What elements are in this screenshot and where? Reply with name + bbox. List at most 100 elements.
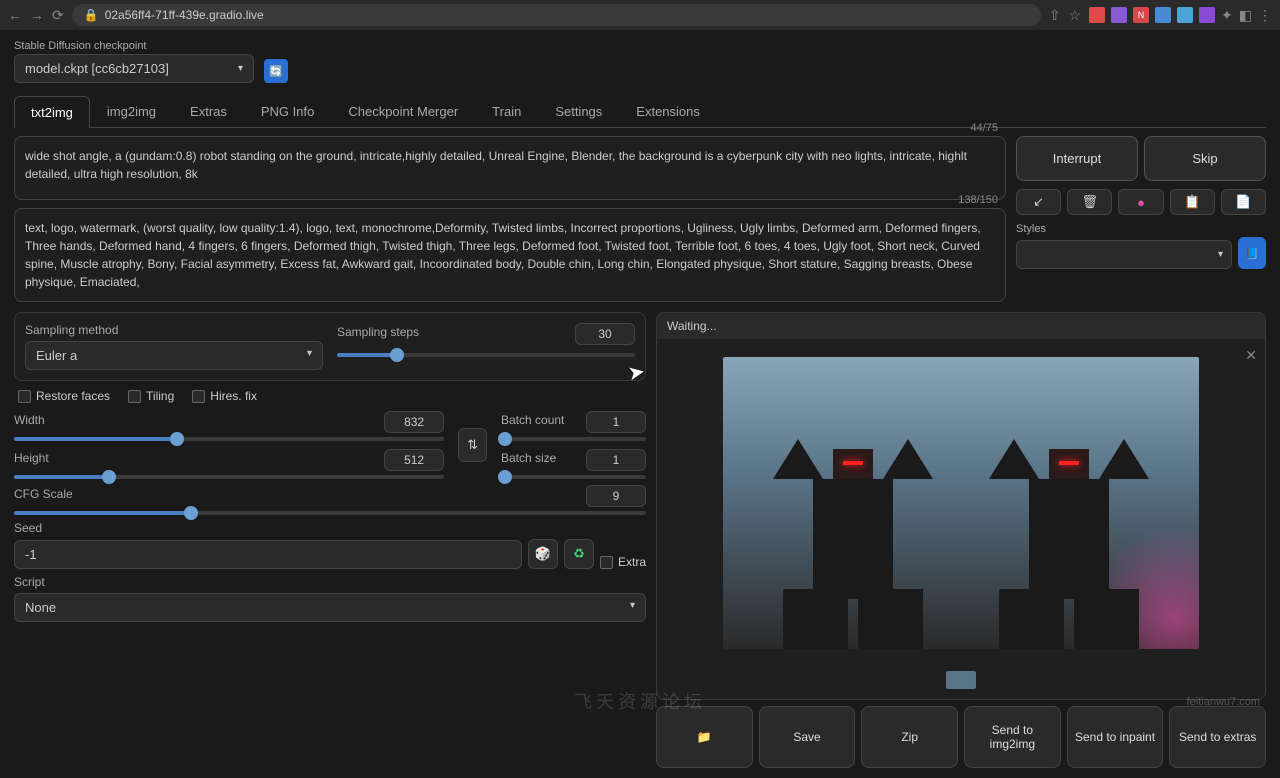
- main-tabs: txt2img img2img Extras PNG Info Checkpoi…: [14, 95, 1266, 128]
- styles-label: Styles: [1016, 223, 1266, 235]
- panel-icon[interactable]: ◧: [1239, 7, 1252, 24]
- send-extras-button[interactable]: Send to extras: [1169, 706, 1266, 768]
- batch-count-slider[interactable]: [501, 437, 646, 441]
- checkpoint-select[interactable]: model.ckpt [cc6cb27103] ▾: [14, 54, 254, 83]
- tab-extensions[interactable]: Extensions: [619, 95, 717, 127]
- height-label: Height: [14, 451, 49, 465]
- ext-icon[interactable]: [1155, 7, 1171, 23]
- tab-img2img[interactable]: img2img: [90, 95, 173, 127]
- reload-icon[interactable]: ⟳: [52, 7, 64, 24]
- swap-icon: ⇅: [467, 437, 478, 452]
- reuse-seed-button[interactable]: ♻: [564, 539, 594, 569]
- hires-fix-checkbox[interactable]: Hires. fix: [192, 389, 257, 403]
- batch-size-value[interactable]: 1: [586, 449, 646, 471]
- output-panel: Waiting... ✕: [656, 312, 1266, 700]
- tab-pnginfo[interactable]: PNG Info: [244, 95, 331, 127]
- batch-count-value[interactable]: 1: [586, 411, 646, 433]
- neg-prompt-token-count: 138/150: [958, 194, 998, 206]
- url-text: 02a56ff4-71ff-439e.gradio.live: [105, 8, 264, 22]
- share-icon[interactable]: ⇧: [1049, 7, 1061, 24]
- arrow-button[interactable]: ↙: [1016, 189, 1061, 215]
- tab-ckpt-merger[interactable]: Checkpoint Merger: [331, 95, 475, 127]
- trash-icon: 🗑: [1082, 194, 1099, 210]
- output-thumbnail[interactable]: [946, 671, 976, 689]
- trash-button[interactable]: 🗑: [1067, 189, 1112, 215]
- sampling-method-select[interactable]: Euler a ▾: [25, 341, 323, 370]
- extra-checkbox[interactable]: Extra: [600, 555, 646, 569]
- file-icon: 📄: [1235, 194, 1251, 210]
- watermark-center: 飞天资源论坛: [574, 688, 706, 714]
- sampling-steps-slider[interactable]: [337, 353, 635, 357]
- clipboard-icon: 📋: [1184, 194, 1200, 210]
- width-value[interactable]: 832: [384, 411, 444, 433]
- output-image[interactable]: [723, 357, 1199, 649]
- swap-dims-button[interactable]: ⇅: [458, 428, 487, 462]
- extension-icons: N ✦ ◧ ⋮: [1089, 7, 1272, 24]
- cfg-label: CFG Scale: [14, 487, 73, 501]
- clipboard-button[interactable]: 📋: [1170, 189, 1215, 215]
- apply-icon: 📘: [1245, 247, 1259, 260]
- style-dot-button[interactable]: ●: [1118, 189, 1163, 215]
- lock-icon: 🔒: [84, 8, 99, 22]
- menu-icon[interactable]: ⋮: [1258, 7, 1272, 24]
- skip-button[interactable]: Skip: [1144, 136, 1266, 181]
- tab-extras[interactable]: Extras: [173, 95, 244, 127]
- apply-styles-button[interactable]: 📘: [1238, 237, 1266, 269]
- open-folder-button[interactable]: 📁: [656, 706, 753, 768]
- tab-settings[interactable]: Settings: [538, 95, 619, 127]
- close-icon[interactable]: ✕: [1245, 347, 1257, 364]
- zip-button[interactable]: Zip: [861, 706, 958, 768]
- prompt-token-count: 44/75: [970, 122, 998, 134]
- tiling-checkbox[interactable]: Tiling: [128, 389, 174, 403]
- recycle-icon: ♻: [573, 546, 585, 562]
- send-inpaint-button[interactable]: Send to inpaint: [1067, 706, 1164, 768]
- browser-chrome: ← → ⟳ 🔒 02a56ff4-71ff-439e.gradio.live ⇧…: [0, 0, 1280, 30]
- batch-size-slider[interactable]: [501, 475, 646, 479]
- ext-icon[interactable]: [1199, 7, 1215, 23]
- back-icon[interactable]: ←: [8, 7, 22, 23]
- batch-size-label: Batch size: [501, 451, 556, 465]
- checkpoint-value: model.ckpt [cc6cb27103]: [25, 61, 169, 76]
- dice-icon: 🎲: [535, 546, 551, 562]
- save-button[interactable]: Save: [759, 706, 856, 768]
- chevron-down-icon: ▾: [238, 63, 243, 74]
- puzzle-icon[interactable]: ✦: [1221, 7, 1233, 24]
- ext-icon[interactable]: [1089, 7, 1105, 23]
- sampling-steps-value[interactable]: 30: [575, 323, 635, 345]
- interrupt-button[interactable]: Interrupt: [1016, 136, 1138, 181]
- refresh-checkpoint-button[interactable]: 🔄: [264, 59, 288, 83]
- tab-train[interactable]: Train: [475, 95, 538, 127]
- cfg-slider[interactable]: [14, 511, 646, 515]
- sampling-method-label: Sampling method: [25, 323, 323, 337]
- ext-icon[interactable]: [1111, 7, 1127, 23]
- cfg-value[interactable]: 9: [586, 485, 646, 507]
- chevron-down-icon: ▾: [630, 600, 635, 615]
- ext-icon[interactable]: [1177, 7, 1193, 23]
- folder-icon: 📁: [697, 730, 712, 744]
- script-select[interactable]: None ▾: [14, 593, 646, 622]
- batch-count-label: Batch count: [501, 413, 564, 427]
- sampling-steps-label: Sampling steps: [337, 325, 419, 339]
- forward-icon[interactable]: →: [30, 7, 44, 23]
- negative-prompt-input[interactable]: text, logo, watermark, (worst quality, l…: [14, 208, 1006, 302]
- send-img2img-button[interactable]: Send to img2img: [964, 706, 1061, 768]
- ext-icon[interactable]: N: [1133, 7, 1149, 23]
- height-slider[interactable]: [14, 475, 444, 479]
- output-status: Waiting...: [657, 313, 1265, 339]
- restore-faces-checkbox[interactable]: Restore faces: [18, 389, 110, 403]
- file-button[interactable]: 📄: [1221, 189, 1266, 215]
- seed-input[interactable]: -1: [14, 540, 522, 569]
- url-bar[interactable]: 🔒 02a56ff4-71ff-439e.gradio.live: [72, 4, 1041, 26]
- star-icon[interactable]: ☆: [1068, 7, 1081, 24]
- height-value[interactable]: 512: [384, 449, 444, 471]
- tab-txt2img[interactable]: txt2img: [14, 96, 90, 128]
- styles-select[interactable]: ▾: [1016, 240, 1232, 269]
- neg-prompt-text: text, logo, watermark, (worst quality, l…: [25, 219, 995, 291]
- random-seed-button[interactable]: 🎲: [528, 539, 558, 569]
- prompt-text: wide shot angle, a (gundam:0.8) robot st…: [25, 147, 995, 183]
- refresh-icon: 🔄: [269, 65, 283, 78]
- prompt-input[interactable]: wide shot angle, a (gundam:0.8) robot st…: [14, 136, 1006, 200]
- chevron-down-icon: ▾: [1218, 249, 1223, 260]
- width-slider[interactable]: [14, 437, 444, 441]
- arrow-icon: ↙: [1033, 194, 1044, 210]
